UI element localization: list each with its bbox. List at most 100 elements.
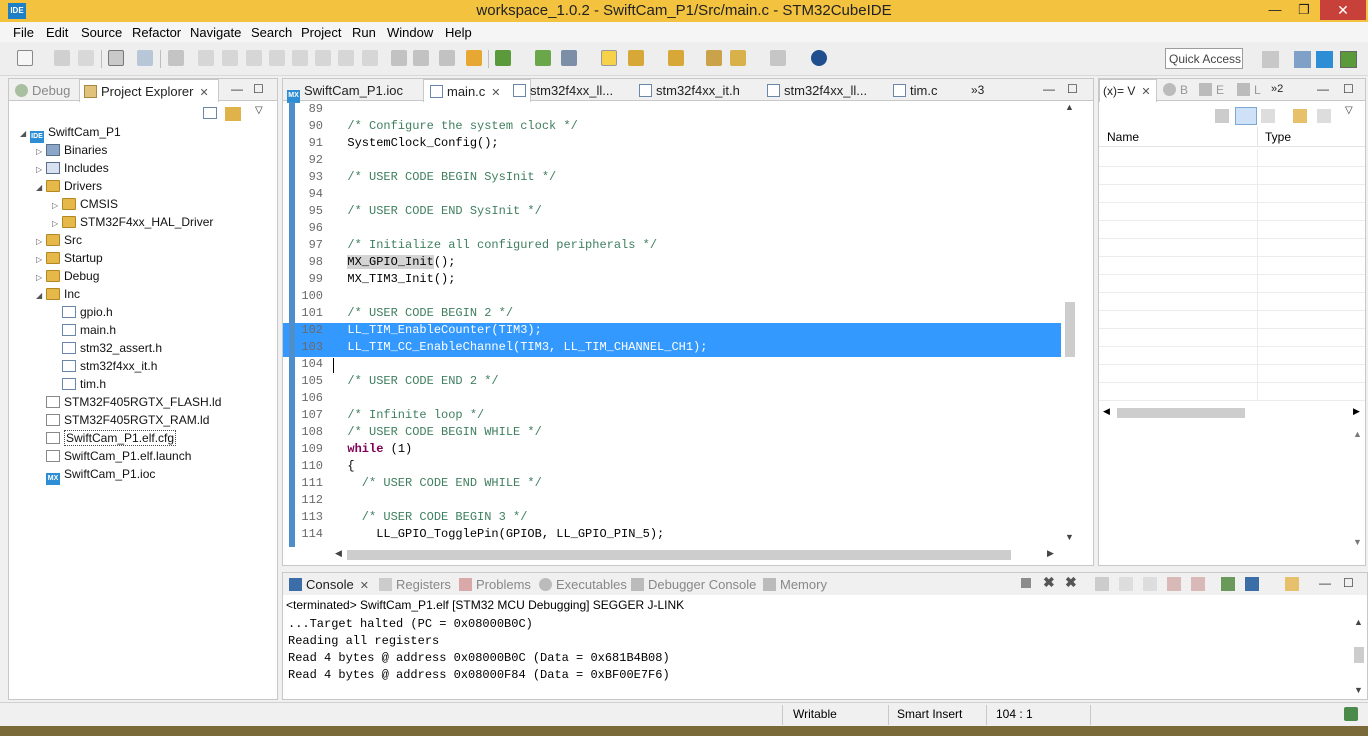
new-view-icon[interactable] (1293, 109, 1307, 123)
tree-item-hal-driver[interactable]: ▷ STM32F4xx_HAL_Driver (52, 215, 213, 233)
scroll-lock-icon[interactable] (1119, 577, 1133, 591)
maximize-button[interactable]: ❐ (1291, 0, 1317, 20)
next-annotation-icon[interactable] (628, 50, 644, 66)
save-all-icon[interactable] (78, 50, 94, 66)
code-line[interactable]: 92 (283, 153, 1061, 170)
expand-arrow-icon[interactable]: ▷ (52, 201, 62, 210)
tree-item-src[interactable]: ▷ Src (36, 233, 82, 251)
tree-item-elf-cfg[interactable]: SwiftCam_P1.elf.cfg (46, 430, 177, 449)
code-line[interactable]: 114 LL_GPIO_TogglePin(GPIOB, LL_GPIO_PIN… (283, 527, 1061, 544)
tree-item-main-h[interactable]: main.h (62, 323, 116, 341)
show-type-names-icon[interactable] (1215, 109, 1229, 123)
code-line[interactable]: 99 MX_TIM3_Init(); (283, 272, 1061, 289)
pin-console-icon[interactable] (1221, 577, 1235, 591)
info-icon[interactable] (811, 50, 827, 66)
word-wrap-icon[interactable] (1143, 577, 1157, 591)
suspend-icon[interactable] (222, 50, 238, 66)
highlight-toggle-icon[interactable] (601, 50, 617, 66)
external-tools-icon[interactable] (561, 50, 577, 66)
collapse-arrow-icon[interactable]: ◢ (20, 129, 30, 138)
scroll-down-icon[interactable]: ▼ (1354, 685, 1363, 695)
debug-perspective-icon[interactable] (1340, 51, 1357, 68)
scroll-thumb[interactable] (347, 550, 1011, 560)
step-over-icon[interactable] (338, 50, 354, 66)
tree-item-stm32-assert-h[interactable]: stm32_assert.h (62, 341, 162, 359)
scroll-up-icon[interactable]: ▲ (1065, 102, 1074, 112)
code-line[interactable]: 91 SystemClock_Config(); (283, 136, 1061, 153)
show-on-error-icon[interactable] (1191, 577, 1205, 591)
tree-item-startup[interactable]: ▷ Startup (36, 251, 103, 269)
tree-item-binaries[interactable]: ▷ Binaries (36, 143, 107, 161)
tab-registers[interactable]: Registers (379, 577, 451, 592)
open-cubemx-icon[interactable] (466, 50, 482, 66)
code-line[interactable]: 93 /* USER CODE BEGIN SysInit */ (283, 170, 1061, 187)
minimize-icon[interactable]: — (1317, 82, 1329, 96)
code-line[interactable]: 89 (283, 102, 1061, 119)
tab-swiftcam-ioc[interactable]: MX SwiftCam_P1.ioc (287, 79, 403, 103)
last-edit-icon[interactable] (706, 50, 722, 66)
maximize-icon[interactable]: ☐ (1067, 82, 1078, 96)
column-name[interactable]: Name (1107, 130, 1139, 144)
open-console-icon[interactable] (1285, 577, 1299, 591)
restart-icon[interactable] (413, 50, 429, 66)
close-icon[interactable]: ✕ (491, 87, 500, 99)
scroll-down-icon[interactable]: ▼ (1065, 532, 1074, 542)
code-line[interactable]: 90 /* Configure the system clock */ (283, 119, 1061, 136)
tab-executables[interactable]: Executables (539, 577, 627, 592)
console-vertical-scrollbar[interactable]: ▲ ▼ (1351, 615, 1367, 697)
menu-edit[interactable]: Edit (46, 25, 68, 40)
maximize-icon[interactable]: ☐ (1343, 82, 1354, 96)
code-line[interactable]: 107 /* Infinite loop */ (283, 408, 1061, 425)
code-line[interactable]: 105 /* USER CODE END 2 */ (283, 374, 1061, 391)
scroll-left-icon[interactable]: ◀ (335, 548, 342, 559)
expand-arrow-icon[interactable]: ▷ (52, 219, 62, 228)
run-icon[interactable] (535, 50, 551, 66)
more-tabs-button[interactable]: »3 (971, 79, 984, 101)
collapse-arrow-icon[interactable]: ◢ (36, 291, 46, 300)
variables-horizontal-scrollbar[interactable]: ◀ ▶ (1099, 405, 1365, 421)
minimize-icon[interactable]: — (1319, 576, 1331, 590)
tree-item-elf-launch[interactable]: SwiftCam_P1.elf.launch (46, 449, 191, 467)
debug-icon[interactable] (495, 50, 511, 66)
code-line[interactable]: 102 LL_TIM_EnableCounter(TIM3); (283, 323, 1061, 340)
tab-problems[interactable]: Problems (459, 577, 531, 592)
save-icon[interactable] (54, 50, 70, 66)
cubemx-perspective-icon[interactable] (1316, 51, 1333, 68)
show-logical-structure-icon[interactable] (1235, 107, 1257, 125)
tree-item-drivers[interactable]: ◢ Drivers (36, 179, 102, 197)
tab-live-expressions[interactable]: L (1237, 79, 1261, 101)
tab-variables[interactable]: (x)= V ✕ (1099, 79, 1157, 102)
tree-item-swiftcam-p1[interactable]: ◢ IDE SwiftCam_P1 (20, 125, 121, 143)
code-line[interactable]: 109 while (1) (283, 442, 1061, 459)
menu-refactor[interactable]: Refactor (132, 25, 181, 40)
code-line[interactable]: 112 (283, 493, 1061, 510)
code-line[interactable]: 113 /* USER CODE BEGIN 3 */ (283, 510, 1061, 527)
code-line[interactable]: 111 /* USER CODE END WHILE */ (283, 476, 1061, 493)
scroll-thumb[interactable] (1117, 408, 1245, 418)
scroll-right-icon[interactable]: ▶ (1047, 548, 1054, 559)
tree-item-gpio-h[interactable]: gpio.h (62, 305, 113, 323)
remove-launch-icon[interactable]: ✖ (1043, 574, 1055, 591)
close-icon[interactable]: ✕ (1141, 86, 1150, 98)
tree-item-ioc[interactable]: MX SwiftCam_P1.ioc (46, 467, 155, 485)
minimize-icon[interactable]: — (1043, 82, 1055, 96)
menu-window[interactable]: Window (387, 25, 433, 40)
terminate-icon[interactable] (1021, 578, 1031, 588)
tree-item-inc[interactable]: ◢ Inc (36, 287, 80, 305)
instruction-stepping-icon[interactable] (391, 50, 407, 66)
tree-item-ram-ld[interactable]: STM32F405RGTX_RAM.ld (46, 413, 209, 431)
code-line[interactable]: 110 { (283, 459, 1061, 476)
cpp-perspective-icon[interactable] (1294, 51, 1311, 68)
link-with-editor-icon[interactable] (225, 107, 241, 121)
scroll-down-icon[interactable]: ▼ (1353, 537, 1362, 547)
code-line[interactable]: 101 /* USER CODE BEGIN 2 */ (283, 306, 1061, 323)
code-line[interactable]: 103 LL_TIM_CC_EnableChannel(TIM3, LL_TIM… (283, 340, 1061, 357)
maximize-icon[interactable]: ☐ (253, 82, 264, 96)
expand-arrow-icon[interactable]: ▷ (36, 237, 46, 246)
code-line[interactable]: 97 /* Initialize all configured peripher… (283, 238, 1061, 255)
tab-stm32f4xx-ll-2[interactable]: stm32f4xx_ll... (767, 79, 867, 101)
skip-breakpoints-icon[interactable] (168, 50, 184, 66)
tab-breakpoints[interactable]: B (1163, 79, 1188, 101)
clear-console-icon[interactable] (1095, 577, 1109, 591)
display-console-icon[interactable] (1245, 577, 1259, 591)
